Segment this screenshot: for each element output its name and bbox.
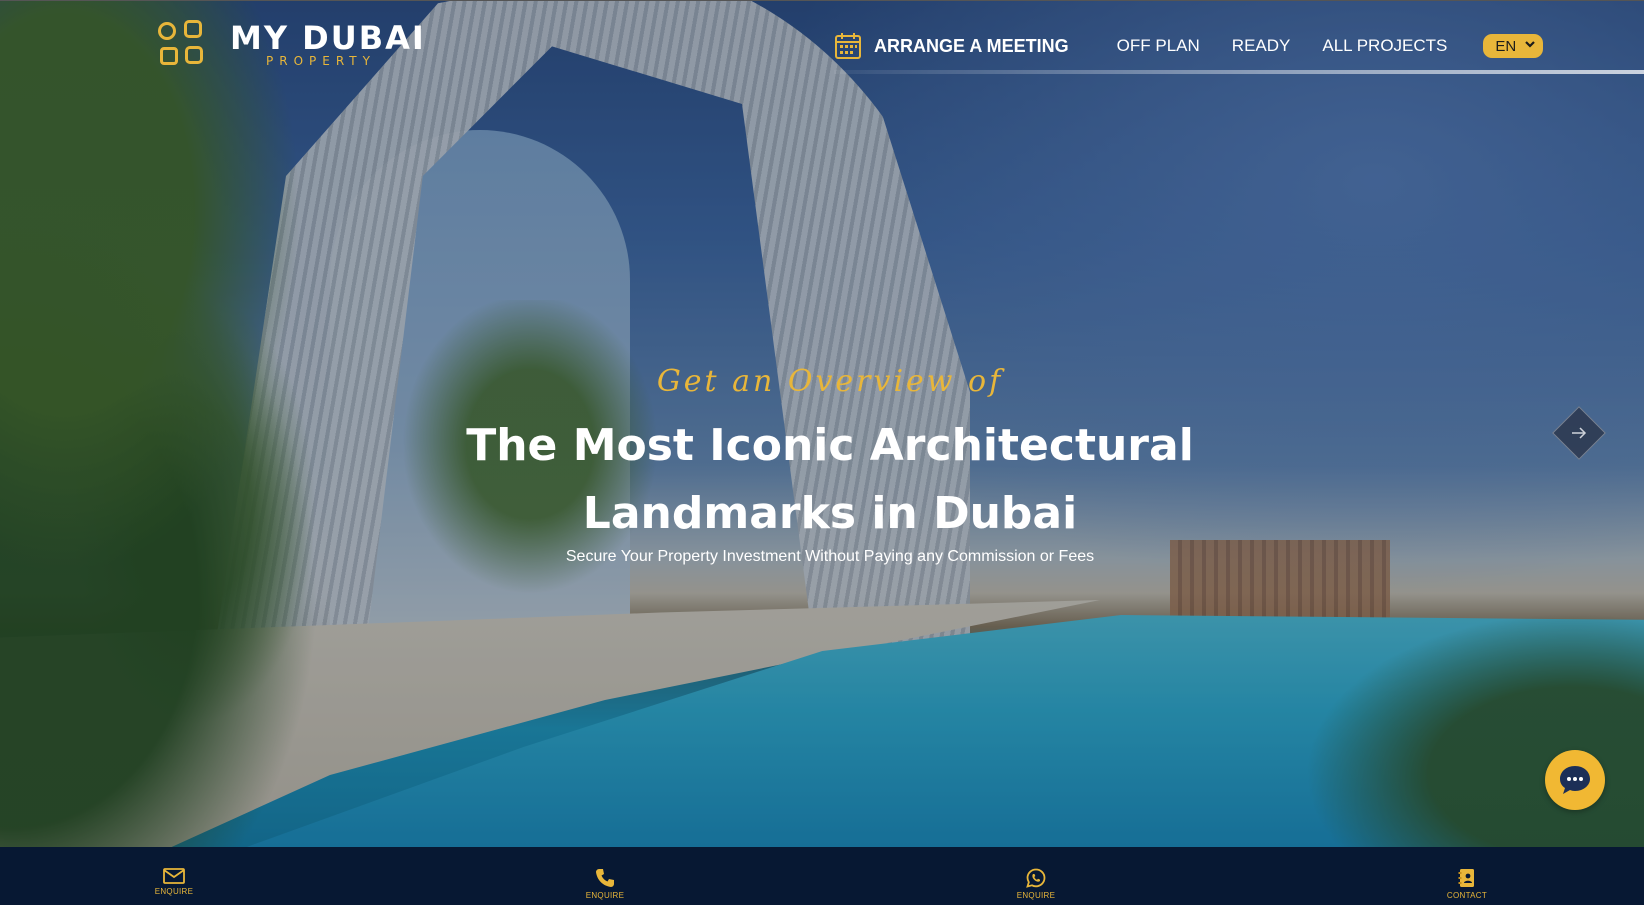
bottom-enquire-whatsapp[interactable]: ENQUIRE: [996, 868, 1076, 900]
bottom-enquire-email[interactable]: ENQUIRE: [134, 868, 214, 896]
mail-icon: [163, 868, 185, 884]
main-nav: ARRANGE A MEETING OFF PLAN READY ALL PRO…: [834, 30, 1544, 62]
bottom-item-label: CONTACT: [1446, 891, 1488, 900]
chat-button[interactable]: [1545, 750, 1605, 810]
bottom-action-bar: [0, 847, 1644, 905]
site-logo[interactable]: MY DUBAI PROPERTY: [158, 20, 426, 68]
hero-headline: The Most Iconic Architectural Landmarks …: [0, 412, 1644, 548]
nav-all-projects[interactable]: ALL PROJECTS: [1322, 36, 1447, 56]
contact-book-icon: [1458, 869, 1474, 887]
calendar-icon: [835, 33, 861, 59]
bottom-item-label: ENQUIRE: [585, 891, 625, 900]
phone-icon: [596, 869, 614, 887]
hero-headline-line1: The Most Iconic Architectural: [466, 420, 1194, 471]
arrange-meeting-label: ARRANGE A MEETING: [874, 35, 1069, 56]
hero-headline-line2: Landmarks in Dubai: [582, 488, 1078, 539]
chat-bubble-icon: [1560, 766, 1590, 794]
bottom-enquire-phone[interactable]: ENQUIRE: [565, 868, 645, 900]
arrow-right-icon: [1572, 427, 1587, 439]
logo-text: MY DUBAI PROPERTY: [230, 22, 426, 67]
logo-mark-icon: [158, 20, 206, 68]
nav-underline: [834, 70, 1644, 74]
nav-ready[interactable]: READY: [1232, 36, 1291, 56]
bottom-item-label: ENQUIRE: [1016, 891, 1056, 900]
language-value: EN: [1495, 37, 1517, 55]
hero-tagline: Get an Overview of: [656, 364, 1004, 399]
language-select[interactable]: EN: [1483, 34, 1544, 58]
logo-main-text: MY DUBAI: [230, 18, 426, 57]
arrange-meeting-link[interactable]: ARRANGE A MEETING: [834, 32, 1069, 60]
bottom-contact[interactable]: CONTACT: [1427, 868, 1507, 900]
whatsapp-icon: [1026, 868, 1046, 888]
top-border: [0, 0, 1644, 1]
hero-subline: Secure Your Property Investment Without …: [565, 548, 1095, 565]
bottom-item-label: ENQUIRE: [154, 887, 194, 896]
nav-off-plan[interactable]: OFF PLAN: [1117, 36, 1200, 56]
chevron-down-icon: [1525, 41, 1536, 48]
